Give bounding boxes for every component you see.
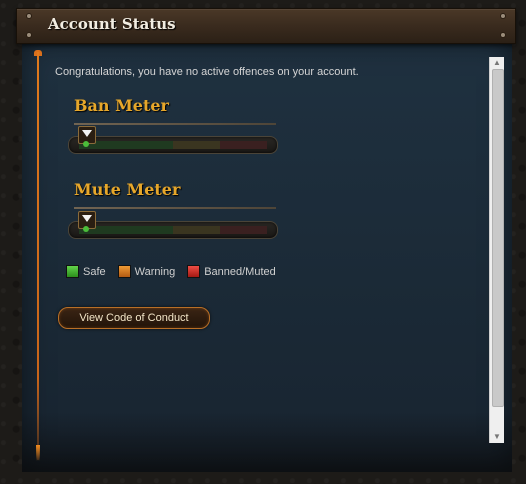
warning-swatch-icon	[117, 265, 131, 278]
ban-meter-level-indicator	[83, 141, 89, 147]
meter-warning-zone	[173, 141, 220, 149]
meter-legend: Safe Warning Banned/Muted	[66, 265, 276, 278]
mute-meter-divider	[74, 207, 276, 209]
rivet-icon	[27, 33, 31, 37]
window-title: Account Status	[48, 15, 176, 33]
ban-meter-bar	[68, 136, 278, 154]
mute-meter-level-indicator	[83, 226, 89, 232]
scroll-down-icon[interactable]: ▼	[490, 432, 504, 442]
legend-item-warning: Warning	[117, 265, 176, 278]
mute-meter-bar	[68, 221, 278, 239]
safe-swatch-icon	[66, 265, 79, 278]
status-message: Congratulations, you have no active offe…	[55, 66, 359, 78]
meter-banned-zone	[220, 141, 267, 149]
meter-warning-zone	[173, 226, 220, 234]
title-bar: Account Status	[16, 8, 516, 44]
meter-muted-zone	[220, 226, 267, 234]
scrollbar-thumb[interactable]	[492, 69, 504, 407]
scroll-up-icon[interactable]: ▲	[490, 58, 504, 68]
vertical-scrollbar[interactable]: ▲ ▼	[489, 57, 504, 443]
legend-item-banned: Banned/Muted	[187, 265, 276, 278]
view-code-of-conduct-button[interactable]: View Code of Conduct	[58, 307, 210, 329]
ban-meter-divider	[74, 123, 276, 125]
rail-tip	[36, 445, 40, 461]
mute-meter-title: Mute Meter	[74, 180, 181, 199]
banned-swatch-icon	[187, 265, 201, 278]
ban-meter-title: Ban Meter	[74, 96, 169, 115]
rivet-icon	[501, 14, 505, 18]
rivet-icon	[501, 33, 505, 37]
legend-item-safe: Safe	[66, 265, 106, 278]
legend-label: Banned/Muted	[204, 265, 276, 278]
panel-texture	[22, 412, 512, 472]
rivet-icon	[27, 14, 31, 18]
left-rail-line	[37, 52, 39, 460]
legend-label: Warning	[134, 265, 176, 278]
legend-label: Safe	[83, 265, 106, 278]
